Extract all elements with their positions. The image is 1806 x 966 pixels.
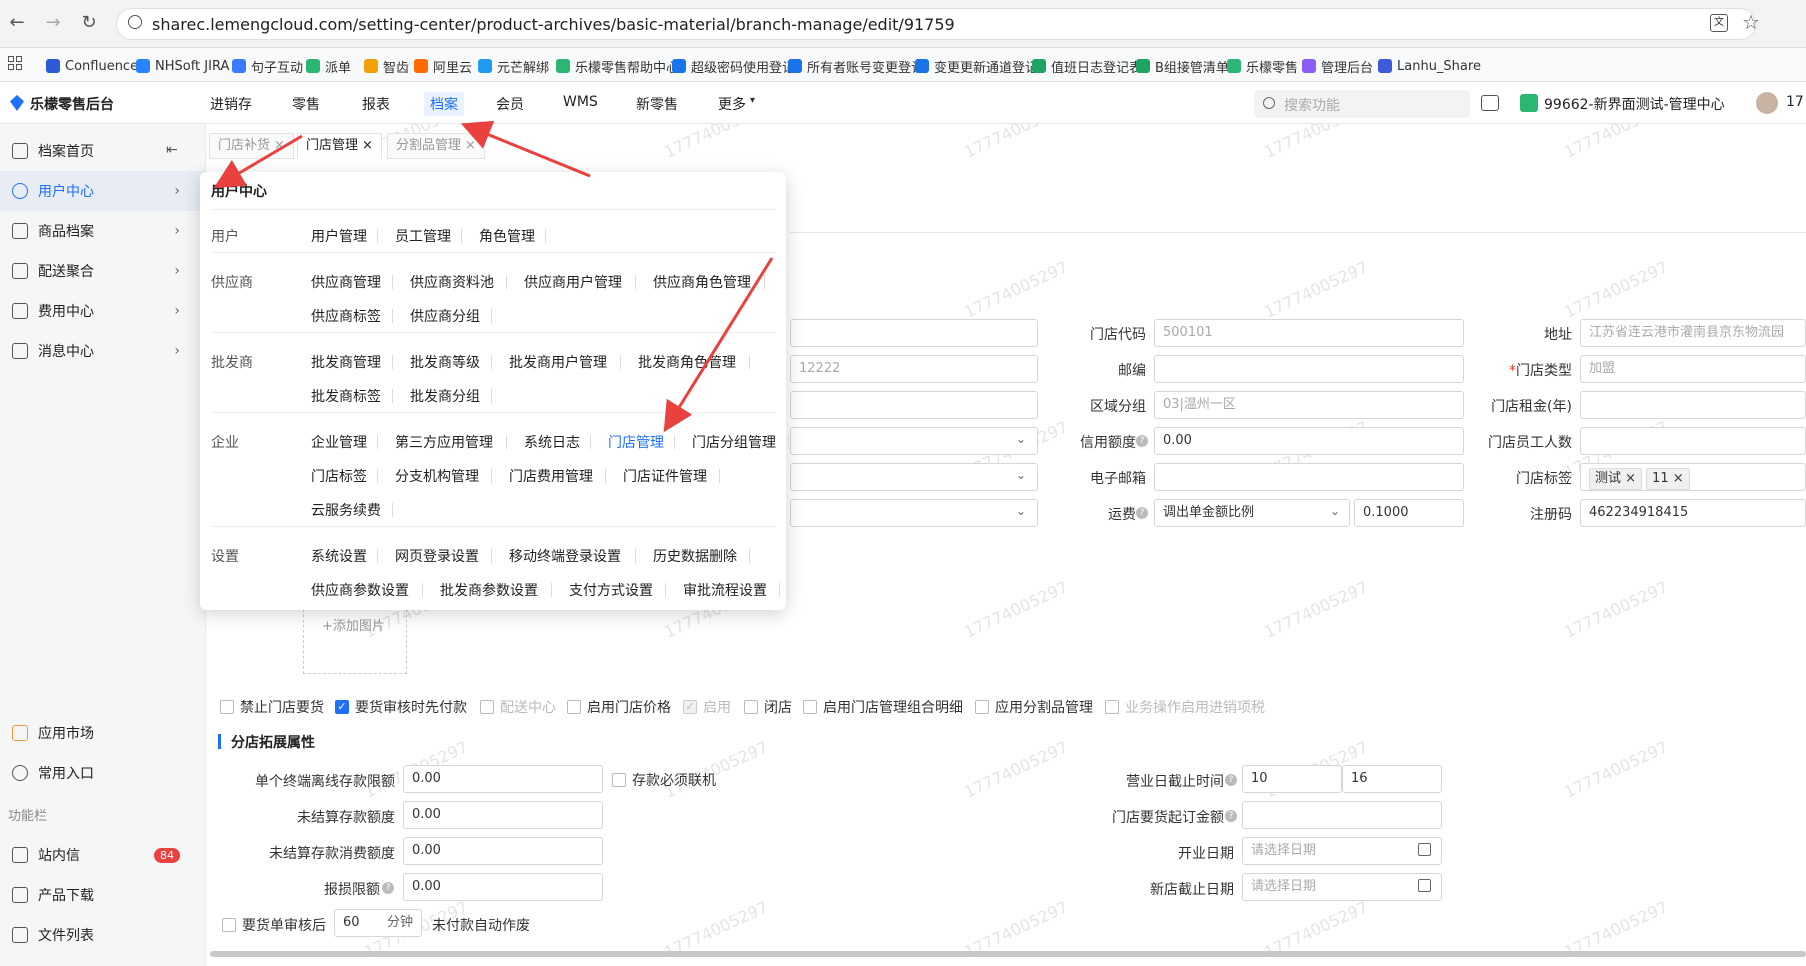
arrow-to-nav	[460, 120, 591, 178]
arrow-to-store-manage	[663, 257, 774, 433]
annotation-arrows	[213, 120, 774, 433]
arrow-to-title	[213, 134, 303, 189]
